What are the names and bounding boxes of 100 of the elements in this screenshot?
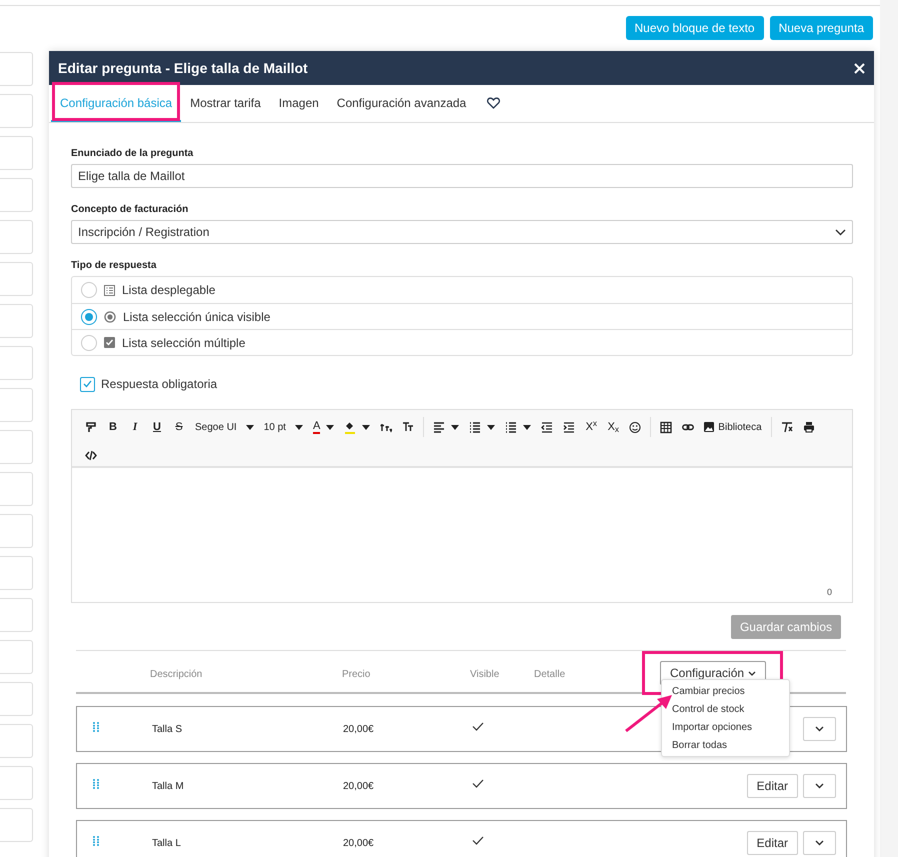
emoji-icon <box>629 420 642 434</box>
chevron-down-icon <box>815 840 824 846</box>
tab[interactable]: Mostrar tarifa <box>181 85 270 122</box>
format-button[interactable]: X$^{x}$ <box>580 416 602 438</box>
option-description: Talla M <box>152 780 184 794</box>
format-button[interactable]: X$_{x}$ <box>602 416 624 438</box>
list-icon <box>505 420 518 434</box>
format-button[interactable]: U <box>146 416 168 438</box>
checkbox[interactable] <box>80 376 95 392</box>
caret-icon <box>487 424 496 430</box>
chevron-down-icon <box>748 670 756 676</box>
card-edge <box>0 724 33 758</box>
drag-handle-icon[interactable] <box>93 722 99 732</box>
caret-icon <box>523 424 532 430</box>
checkbox-icon <box>104 337 115 348</box>
card-edge <box>0 430 33 464</box>
field-label: Concepto de facturación <box>71 203 190 217</box>
radio-icon <box>104 310 116 322</box>
card-edge <box>0 514 33 548</box>
column-header: Detalle <box>534 668 566 682</box>
radio-button[interactable] <box>81 308 97 324</box>
close-icon[interactable] <box>854 62 865 74</box>
card-edge <box>0 178 33 212</box>
font-color-button[interactable]: A <box>308 416 340 438</box>
card-edge <box>0 52 33 86</box>
field-label: Enunciado de la pregunta <box>71 147 194 161</box>
edit-button[interactable]: Editar <box>746 831 798 855</box>
select-field[interactable]: Inscripción / Registration <box>71 220 853 244</box>
outdent-icon <box>541 420 554 434</box>
edit-button[interactable]: Editar <box>746 774 798 798</box>
caret-icon <box>294 424 303 430</box>
card-edge <box>0 766 33 800</box>
radio-button[interactable] <box>81 282 97 298</box>
drag-handle-icon[interactable] <box>93 836 99 846</box>
card-edge <box>0 808 33 842</box>
menu-item[interactable]: Control de stock <box>662 700 789 718</box>
card-edge <box>0 682 33 716</box>
caret-icon <box>362 424 370 430</box>
option-price: 20,00€ <box>343 837 374 851</box>
expand-button[interactable] <box>803 774 836 798</box>
expand-button[interactable] <box>803 717 836 741</box>
checkbox-label: Respuesta obligatoria <box>101 376 218 393</box>
option-label: Lista selección única visible <box>123 308 270 326</box>
card-edge <box>0 640 33 674</box>
option-label: Lista desplegable <box>122 282 216 299</box>
rich-text-editor[interactable]: B I U S Segoe UI 10 pt A X$^{x}$ X$_{x}$ Biblioteca 0 <box>71 409 853 603</box>
column-header: Precio <box>342 668 370 682</box>
option-label: Lista selección múltiple <box>122 334 246 352</box>
card-edge <box>0 136 33 170</box>
dialog-title: Editar pregunta - Elige talla de Maillot <box>58 58 308 78</box>
code-icon <box>85 448 97 462</box>
tab[interactable]: Imagen <box>270 85 328 122</box>
heart-icon <box>487 96 500 108</box>
text-case-icon <box>402 420 414 434</box>
card-edge <box>0 262 33 296</box>
format-painter-icon <box>85 420 97 434</box>
expand-button[interactable] <box>803 831 836 855</box>
image-icon <box>704 422 714 432</box>
column-header: Descripción <box>150 668 202 682</box>
chevron-down-icon <box>815 726 824 732</box>
toolbar-dropdown[interactable]: 10 pt <box>258 416 308 438</box>
option-description: Talla S <box>152 723 182 737</box>
chevron-down-icon <box>835 228 846 236</box>
character-count: 0 <box>826 586 832 598</box>
format-button[interactable]: I <box>124 416 146 438</box>
card-edge <box>0 94 33 128</box>
menu-item[interactable]: Borrar todas <box>662 736 789 754</box>
card-edge <box>0 304 33 338</box>
check-icon <box>83 380 92 388</box>
card-edge <box>0 346 33 380</box>
caret-icon <box>246 424 254 430</box>
option-description: Talla L <box>152 837 181 851</box>
card-edge <box>0 556 33 590</box>
table-icon <box>660 420 672 434</box>
indent-icon <box>563 420 576 434</box>
scrollbar[interactable] <box>880 0 898 857</box>
menu-item[interactable]: Cambiar precios <box>662 682 789 700</box>
list-icon <box>104 284 115 296</box>
drag-handle-icon[interactable] <box>93 779 99 789</box>
list-icon <box>469 420 482 434</box>
clear-format-icon <box>780 420 793 434</box>
card-edge <box>0 472 33 506</box>
menu-item[interactable]: Importar opciones <box>662 718 789 736</box>
radio-button[interactable] <box>81 334 97 350</box>
tab[interactable]: Configuración avanzada <box>328 85 476 122</box>
caret-icon <box>326 424 334 430</box>
card-edge <box>0 220 33 254</box>
card-edge <box>0 598 33 632</box>
library-button[interactable]: Biblioteca <box>699 416 767 438</box>
toolbar-dropdown[interactable]: Segoe UI <box>190 416 259 438</box>
field-label: Tipo de respuesta <box>71 259 158 273</box>
paint-bucket-icon <box>344 420 356 434</box>
format-button[interactable]: S <box>168 416 190 438</box>
option-price: 20,00€ <box>343 723 374 737</box>
format-button[interactable]: B <box>102 416 124 438</box>
chevron-down-icon <box>815 783 824 789</box>
align-icon <box>433 420 446 434</box>
text-field[interactable]: Elige talla de Maillot <box>71 164 853 188</box>
option-price: 20,00€ <box>343 780 374 794</box>
card-edge <box>0 388 33 422</box>
